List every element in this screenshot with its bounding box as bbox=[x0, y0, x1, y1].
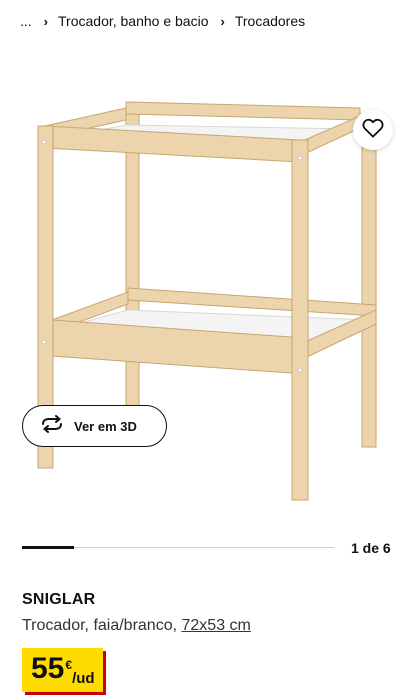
price-unit: /ud bbox=[72, 670, 95, 687]
breadcrumb-item-changing-bath-potty[interactable]: Trocador, banho e bacio bbox=[58, 13, 208, 29]
product-image[interactable] bbox=[0, 80, 413, 520]
changing-table-illustration bbox=[37, 101, 377, 501]
heart-icon bbox=[362, 118, 384, 143]
view-3d-label: Ver em 3D bbox=[74, 418, 137, 434]
rotate-icon bbox=[40, 414, 64, 438]
price-amount: 55 bbox=[31, 652, 65, 685]
progress-fill bbox=[22, 546, 74, 549]
gallery-progress-bar bbox=[22, 546, 334, 549]
chevron-right-icon: › bbox=[43, 13, 49, 29]
view-3d-button[interactable]: Ver em 3D bbox=[22, 405, 167, 447]
product-name: SNIGLAR bbox=[22, 591, 96, 608]
gallery-counter: 1 de 6 bbox=[351, 540, 391, 556]
price-currency: € bbox=[65, 658, 73, 672]
favorite-button[interactable] bbox=[353, 110, 393, 150]
breadcrumb: ... › Trocador, banho e bacio › Trocador… bbox=[20, 13, 305, 29]
product-description-text: Trocador, faia/branco, bbox=[22, 617, 182, 634]
breadcrumb-item-changing-tables[interactable]: Trocadores bbox=[235, 13, 305, 29]
product-description: Trocador, faia/branco, 72x53 cm bbox=[22, 617, 251, 635]
price-badge: 55 € /ud bbox=[22, 648, 103, 692]
product-dimensions-link[interactable]: 72x53 cm bbox=[182, 617, 251, 634]
chevron-right-icon: › bbox=[220, 13, 225, 29]
breadcrumb-ellipsis[interactable]: ... bbox=[20, 13, 32, 29]
